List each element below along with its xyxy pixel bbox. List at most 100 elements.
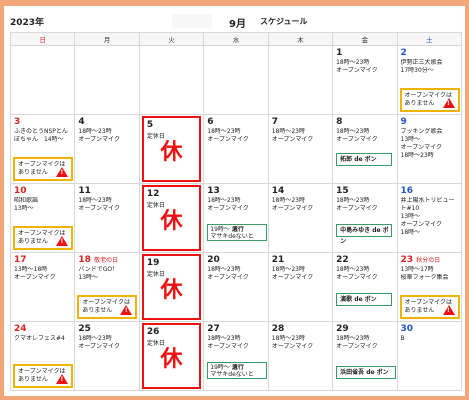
host-time: 19時～: [210, 226, 230, 233]
day-cell-5[interactable]: 5 定休日 休: [138, 114, 205, 184]
day-number: 19: [146, 258, 160, 268]
day-cell-29[interactable]: 29 18時～23時 オープンマイク 浜田省吾 de ボン: [332, 321, 398, 391]
day-cell-4[interactable]: 4 18時～23時 オープンマイク: [74, 114, 140, 184]
day-cell-17[interactable]: 17 13時～18時 オープンマイク: [9, 252, 76, 322]
event-open-mic: オープンマイク: [78, 343, 120, 350]
day-cell-13[interactable]: 13 18時～23時 オープンマイク 19時～ 遺行 マサキdeないと: [203, 183, 269, 253]
event-line: オープンマイク: [400, 221, 443, 228]
day-cell-25[interactable]: 25 18時～23時 オープンマイク: [74, 321, 140, 391]
day-cell-14[interactable]: 14 18時～23時 オープンマイク: [267, 183, 334, 253]
day-cell-22[interactable]: 22 18時～23時 オープンマイク 演歌 de ボン: [332, 252, 398, 322]
day-cell-6[interactable]: 6 18時～23時 オープンマイク: [203, 114, 269, 184]
day-cell-30[interactable]: 30 B: [396, 321, 463, 391]
event-line: 井上陽水トリビュー: [400, 197, 455, 204]
closed-day-box: 19 定休日 休: [141, 254, 202, 320]
day-cell-3[interactable]: 3 ふきのとうNSPとん ぼちゃん 14時～ オープンマイクは ありません: [9, 114, 76, 184]
warning-icon: [442, 305, 455, 315]
host-time: 19時～: [210, 364, 230, 371]
day-cell-8[interactable]: 8 18時～23時 オープンマイク 拓郎 de ボン: [332, 114, 398, 184]
day-number: 1: [336, 48, 343, 58]
no-open-mic-notice: オープンマイクは ありません: [13, 226, 73, 250]
event-line: 伊勢正三大歌会: [400, 59, 443, 66]
event-line: ト#10: [400, 205, 420, 212]
event-hours: 18時～23時: [336, 266, 370, 273]
day-number: 7: [271, 117, 278, 127]
day-number: 4: [78, 117, 85, 127]
event-open-mic: オープンマイク: [271, 274, 314, 281]
event-line: 桜華フォーク集会: [400, 274, 449, 281]
no-open-mic-notice: オープンマイクは ありません: [399, 88, 460, 112]
host-title: 遺行: [231, 364, 244, 371]
empty-cell: [138, 45, 205, 115]
day-cell-12[interactable]: 12 定休日 休: [138, 183, 205, 253]
day-number: 24: [14, 324, 27, 334]
schedule-title: スケジュール: [260, 17, 308, 26]
day-cell-1[interactable]: 1 18時～23時 オープンマイク: [332, 45, 398, 115]
event-hours: 18時～23時: [78, 335, 112, 342]
host-event-badge: 19時～ 遺行 マサキdeないと: [207, 224, 268, 241]
event-hours: 18時～23時: [207, 197, 241, 204]
day-cell-11[interactable]: 11 18時～23時 オープンマイク: [74, 183, 140, 253]
event-open-mic: オープンマイク: [207, 205, 249, 212]
day-cell-7[interactable]: 7 18時～23時 オープンマイク: [267, 114, 334, 184]
event-hours: 18時～23時: [207, 266, 241, 273]
day-number: 16: [400, 186, 414, 196]
day-cell-16[interactable]: 16 井上陽水トリビュー ト#10 13時～ オープンマイク 18時～: [396, 183, 463, 253]
event-line: 17時30分～: [400, 67, 434, 74]
day-cell-21[interactable]: 21 18時～23時 オープンマイク: [267, 252, 334, 322]
closed-kanji: 休: [160, 209, 183, 234]
event-line: ぼちゃん 14時～: [14, 136, 64, 143]
day-number: 23 秋分の日: [401, 255, 458, 266]
day-cell-9[interactable]: 9 ブッキング歌会 13時～ オープンマイク 18時～23時: [396, 114, 463, 184]
event-open-mic: オープンマイク: [271, 343, 314, 350]
day-number: 21: [271, 255, 285, 265]
day-number: 17: [14, 255, 27, 265]
warning-icon: [56, 167, 68, 177]
day-number: 30: [400, 324, 414, 334]
closed-kanji: 休: [160, 278, 183, 303]
weekday-thu: 木: [267, 32, 334, 46]
event-line: 13時～18時: [14, 266, 48, 273]
weekday-header-row: 日 月 火 水 木 金 土: [9, 32, 463, 46]
day-number: 5: [146, 120, 154, 130]
event-line: 13時～: [400, 136, 421, 143]
host-event-badge: 演歌 de ボン: [336, 293, 393, 306]
day-cell-18[interactable]: 18 敬老の日 バンドでGO！ 13時～ オープンマイクは ありません: [74, 252, 140, 322]
month-label: 9月: [229, 19, 246, 30]
day-cell-27[interactable]: 27 18時～23時 オープンマイク 19時～ 遺行 マサキdeないと: [203, 321, 269, 391]
day-cell-23[interactable]: 23 秋分の日 13時～17時 桜華フォーク集会 オープンマイクは ありません: [396, 252, 463, 322]
day-cell-28[interactable]: 28 18時～23時 オープンマイク: [267, 321, 334, 391]
holiday-label: 秋分の日: [416, 257, 441, 264]
day-cell-2[interactable]: 2 伊勢正三大歌会 17時30分～ オープンマイクは ありません: [396, 45, 463, 115]
day-number: 25: [78, 324, 91, 334]
day-number: 26: [146, 327, 160, 337]
week-row: 10 昭和歌謡 13時～ オープンマイクは ありません 11 18時～23時 オ…: [9, 183, 463, 253]
closed-kanji: 休: [160, 140, 183, 165]
weekday-fri: 金: [332, 32, 398, 46]
event-line: 13時～: [78, 274, 99, 281]
warning-icon: [442, 98, 455, 108]
host-event-badge: 浜田省吾 de ボン: [336, 366, 397, 379]
event-open-mic: オープンマイク: [336, 67, 378, 74]
event-line: 18時～23時: [400, 152, 434, 159]
event-line: 13時～: [14, 205, 34, 212]
host-event-badge: 拓郎 de ボン: [336, 153, 393, 166]
day-cell-20[interactable]: 20 18時～23時 オープンマイク: [203, 252, 269, 322]
day-number: 10: [14, 186, 27, 196]
day-cell-24[interactable]: 24 クマオレフェス#4 オープンマイクは ありません: [9, 321, 76, 391]
event-hours: 18時～23時: [336, 335, 370, 342]
event-open-mic: オープンマイク: [336, 136, 378, 143]
event-open-mic: オープンマイク: [78, 205, 120, 212]
day-cell-26[interactable]: 26 定休日 休: [138, 321, 205, 391]
event-line: ブッキング歌会: [400, 128, 443, 135]
day-cell-15[interactable]: 15 18時～23時 オープンマイク 中島みゆき de ボン: [332, 183, 398, 253]
event-line: 18時～: [400, 229, 421, 236]
day-cell-10[interactable]: 10 昭和歌謡 13時～ オープンマイクは ありません: [9, 183, 76, 253]
event-line: オープンマイク: [14, 274, 56, 281]
event-hours: 18時～23時: [207, 335, 241, 342]
no-open-mic-notice: オープンマイクは ありません: [13, 364, 73, 388]
day-cell-19[interactable]: 19 定休日 休: [138, 252, 205, 322]
day-number: 9: [400, 117, 407, 127]
no-open-mic-notice: オープンマイクは ありません: [77, 295, 138, 319]
day-number: 11: [78, 186, 91, 196]
